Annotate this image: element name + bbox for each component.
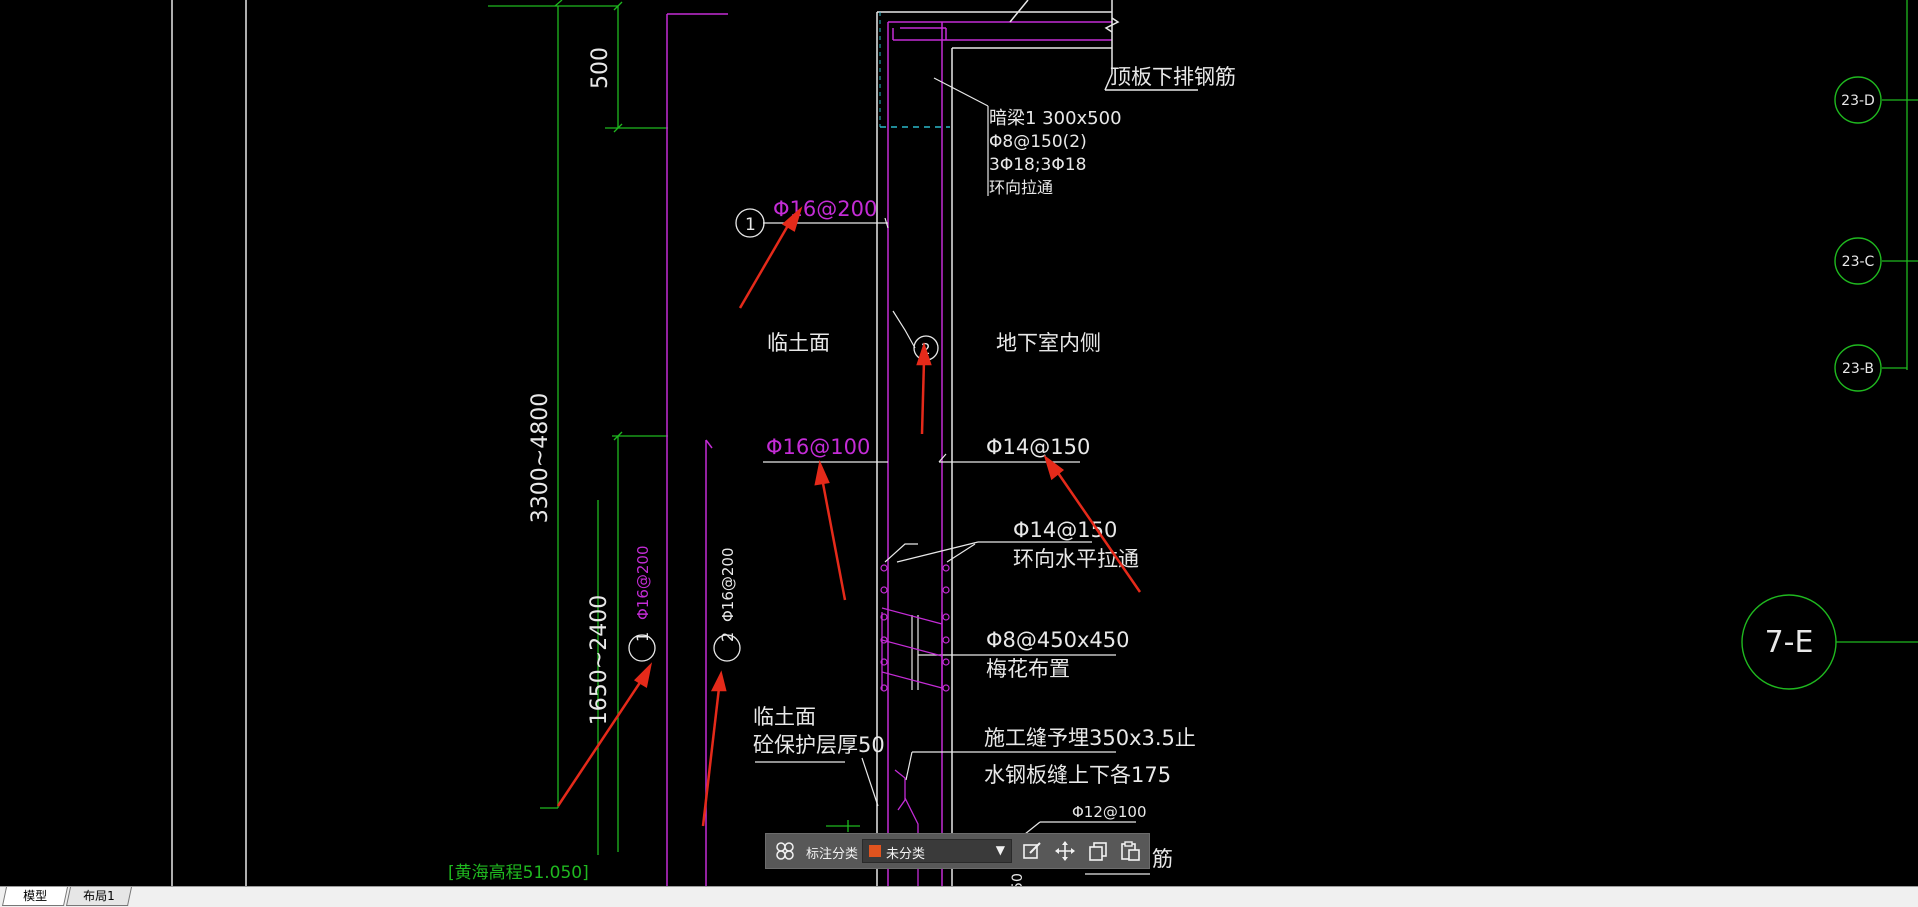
rebar-inner-label: Φ14@150 [986,435,1090,459]
construction-joint-line-1: 施工缝予埋350x3.5止 [984,726,1196,750]
tie-bars-line-2: 梅花布置 [986,657,1070,681]
tab-model-label: 模型 [23,889,48,903]
hidden-beam-line-2: Φ8@150(2) [989,132,1087,152]
paste-icon[interactable] [1119,840,1141,862]
rebar-horizontal-line-2: 环向水平拉通 [1013,547,1139,571]
arrow-head-3 [814,459,830,486]
bottom-green-marks [826,820,860,832]
hidden-beam-line-4: 环向拉通 [989,178,1053,197]
marker-1-vertical-label: 1 [633,632,652,642]
axis-label-23-b: 23-B [1842,361,1874,377]
annotation-toolbar: 标注分类 未分类 ▼ [765,833,1150,869]
construction-joint-line-2: 水钢板缝上下各175 [984,763,1171,787]
basement-inner-label: 地下室内侧 [996,331,1101,355]
cad-drawing: 1 2 1 2 23-D 23-C 23-B 7-E 500 3300~4800… [171,0,1918,886]
soil-side-label: 临土面 [767,331,830,355]
hidden-beam-line-1: 暗梁1 300x500 [989,108,1122,129]
marker-2-vertical-label: 2 [718,632,737,642]
vertical-rebar-2-label: Φ16@200 [719,547,737,622]
tab-layout1[interactable]: 布局1 [65,887,133,906]
hidden-beam-line-3: 3Φ18;3Φ18 [989,155,1086,175]
vertical-rebar-1-label: Φ16@200 [634,545,652,620]
category-color-swatch [869,845,881,857]
axis-label-23-d: 23-D [1841,93,1875,109]
axis-label-7-e: 7-E [1765,625,1814,660]
rebar-1-label: Φ16@200 [773,197,877,221]
category-select-value: 未分类 [886,847,926,862]
rebar-outer-lower-label: Φ16@100 [766,435,870,459]
dim-bottom: 50 [1010,873,1026,886]
category-select[interactable]: 未分类 ▼ [862,839,1012,863]
cad-model-space[interactable]: 1 2 1 2 23-D 23-C 23-B 7-E 500 3300~4800… [0,0,1918,886]
edit-icon[interactable] [1021,840,1043,862]
copy-icon[interactable] [1087,840,1109,862]
dimension-lines [488,0,668,855]
dim-lower-height: 1650~2400 [587,595,612,725]
tie-bars-line-1: Φ8@450x450 [986,628,1129,652]
rebar-bottom-label: Φ12@100 [1072,803,1147,821]
grid-icon[interactable] [774,840,796,862]
elevation-label: [黄海高程51.050] [448,863,589,883]
dim-total-height: 3300~4800 [528,393,553,523]
arrow-head-5 [633,662,653,688]
move-icon[interactable] [1054,840,1076,862]
tab-model[interactable]: 模型 [1,887,69,906]
rebar-dots [880,564,950,692]
axis-label-23-c: 23-C [1842,254,1875,270]
tab-layout1-label: 布局1 [83,889,115,903]
category-label: 标注分类 [806,847,859,862]
chevron-down-icon: ▼ [995,843,1005,857]
soil-cover-line-1: 临土面 [753,705,816,729]
bottom-partial-label: 筋 [1152,847,1173,871]
dim-500: 500 [588,47,613,89]
layout-tab-bar: 模型 布局1 [0,886,1918,907]
arrow-head-6 [710,670,727,692]
soil-cover-line-2: 砼保护层厚50 [753,733,885,757]
top-slab-rebar-label: 顶板下排钢筋 [1110,65,1236,89]
marker-1-label: 1 [745,215,756,235]
